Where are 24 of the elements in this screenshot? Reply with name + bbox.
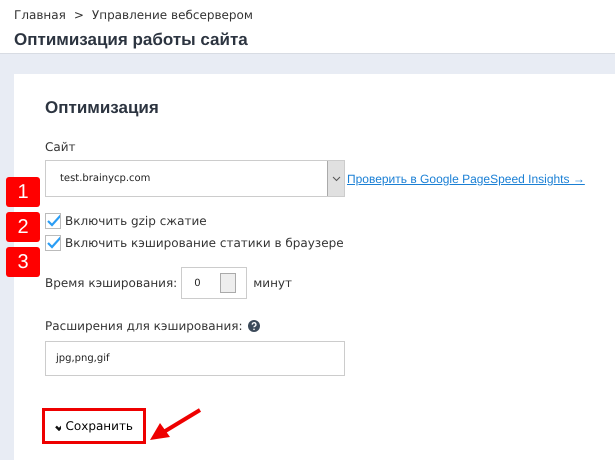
card-title: Оптимизация [45, 98, 160, 118]
page-title: Оптимизация работы сайта [14, 30, 249, 50]
cache-time-field[interactable]: 0 [181, 267, 248, 299]
extensions-label: Расширения для кэширования: [45, 319, 243, 333]
unit-label: минут [253, 276, 292, 290]
number-badge: 1 [6, 177, 40, 207]
cache-time-label: Время кэширования: [45, 276, 178, 290]
breadcrumb-item: Управление вебсервером [92, 8, 253, 22]
caret-icon [327, 161, 344, 196]
checkbox-label: Включить кэширование статики в браузере [65, 236, 344, 250]
pagespeed-link[interactable]: Проверить в Google PageSpeed Insights → [347, 172, 585, 186]
number-badge: 2 [6, 212, 40, 242]
site-select[interactable]: test.brainycp.com [45, 160, 345, 197]
checkbox[interactable] [45, 213, 61, 229]
help-icon[interactable] [248, 320, 260, 332]
number-badge: 3 [6, 247, 40, 277]
site-label: Сайт [45, 140, 77, 154]
checkbox[interactable] [45, 235, 61, 251]
extensions-field[interactable]: jpg,png,gif [45, 341, 345, 376]
pointer-arrow [148, 407, 204, 443]
checkbox-label: Включить gzip сжатие [65, 214, 207, 228]
breadcrumb-separator: > [74, 8, 84, 22]
breadcrumb-link[interactable]: Главная [14, 8, 66, 22]
save-button[interactable]: Сохранить [42, 408, 146, 444]
